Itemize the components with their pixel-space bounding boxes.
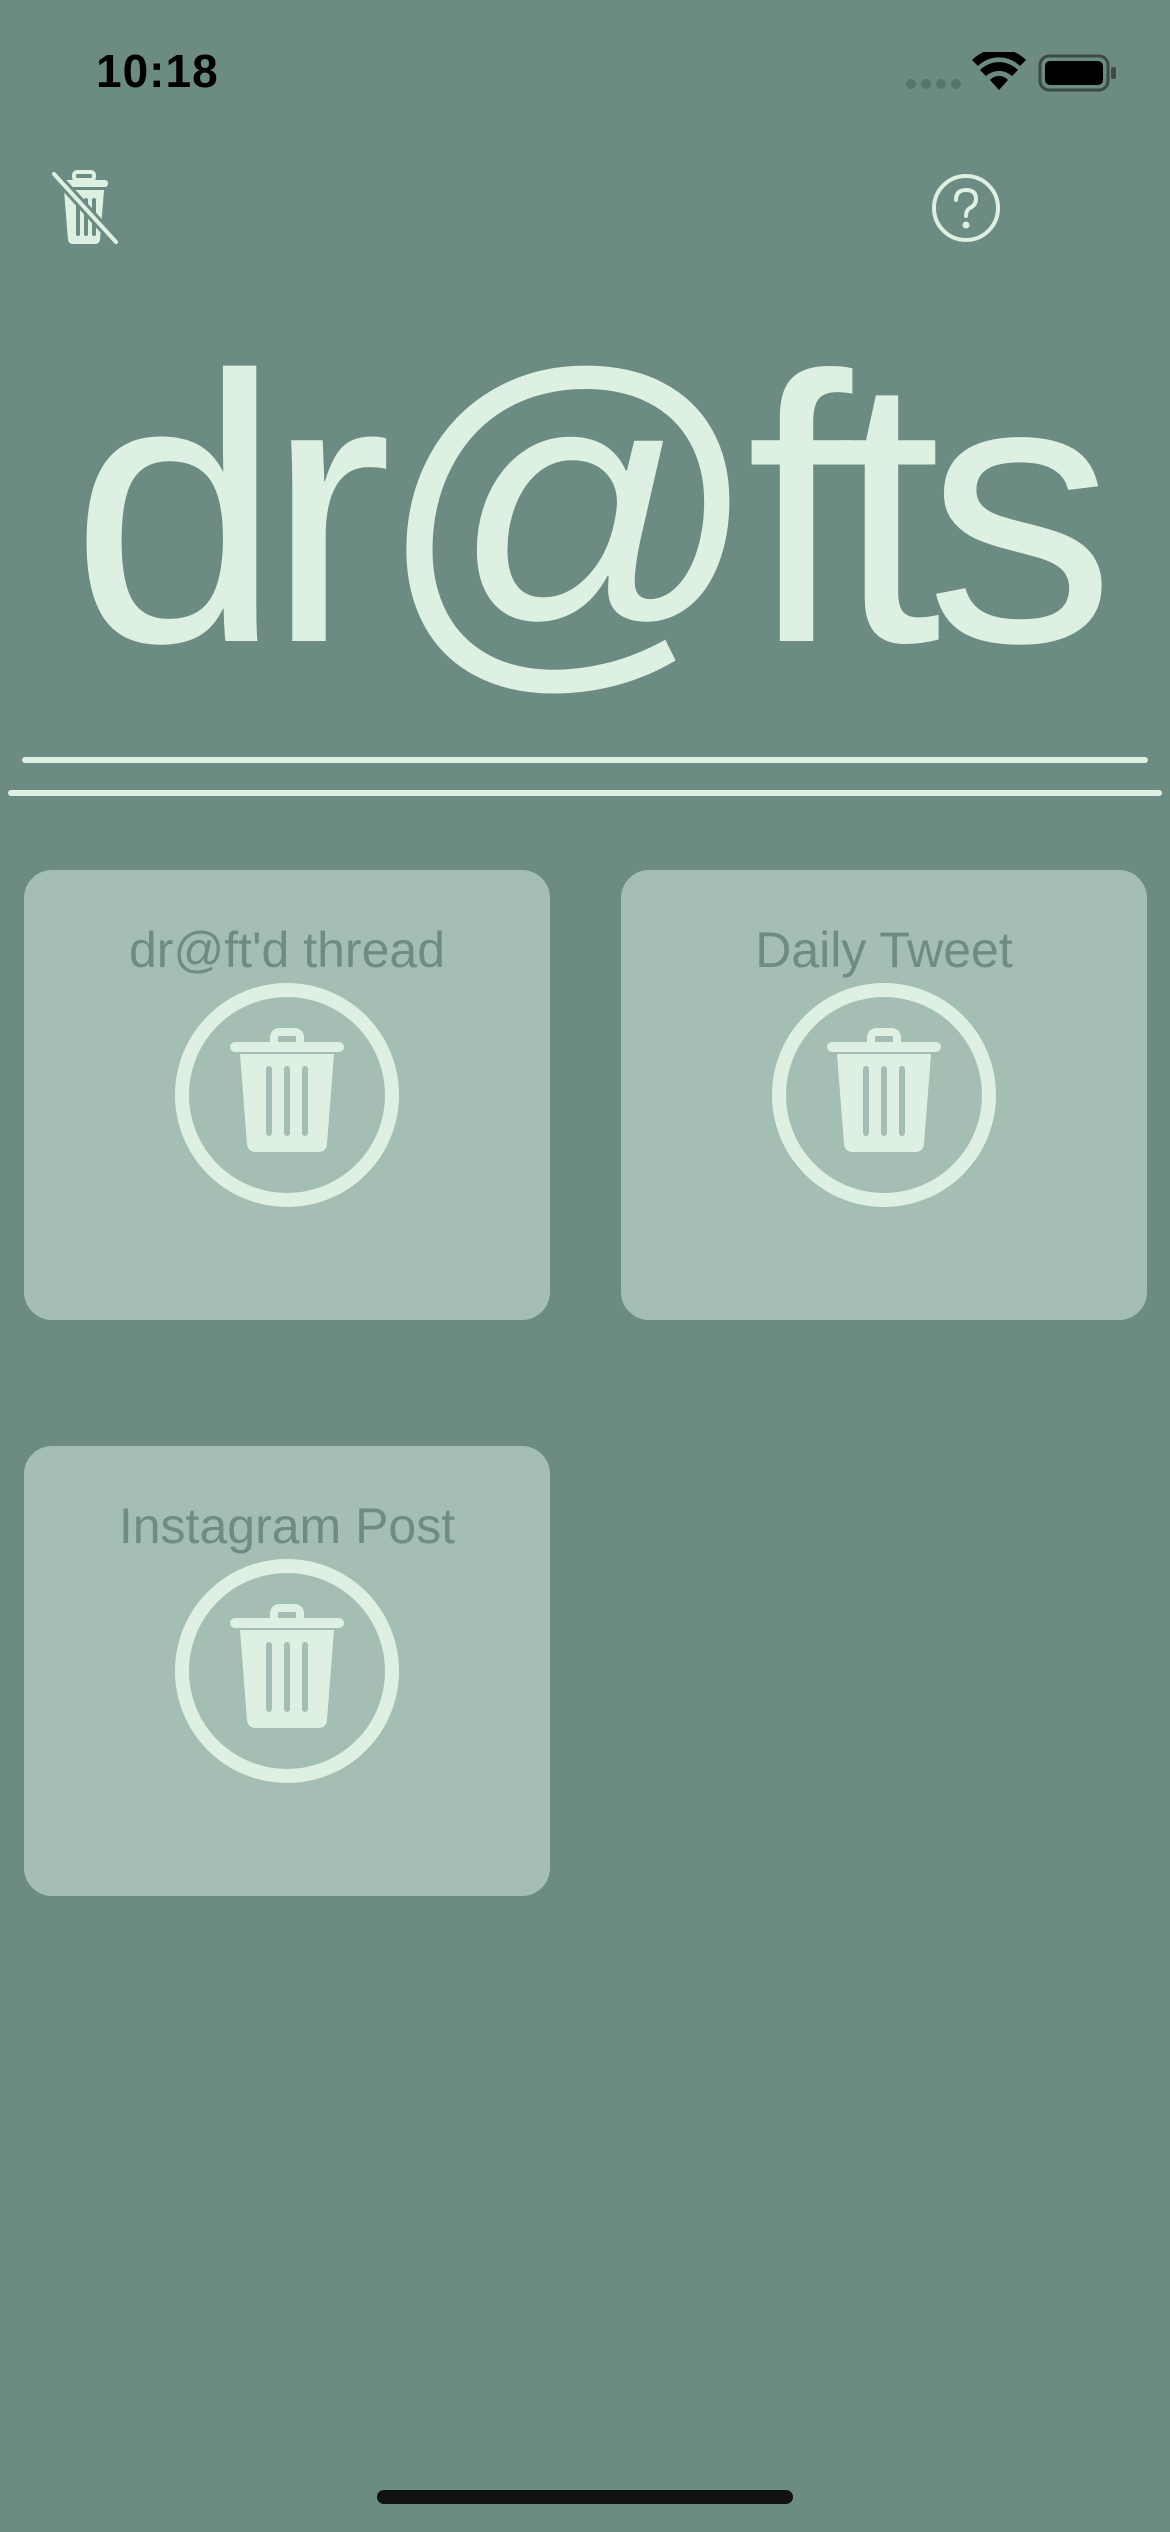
wifi-icon [972, 48, 1026, 97]
app-title: dr@fts [70, 297, 1116, 722]
status-time: 10:18 [96, 45, 219, 97]
cellular-signal-icon [906, 79, 961, 89]
battery-full-icon [1038, 54, 1118, 99]
delete-draft-button[interactable] [771, 982, 997, 1208]
title-divider-top [22, 757, 1148, 763]
title-divider-bottom [8, 790, 1162, 796]
trash-circle-icon [175, 1559, 399, 1783]
delete-draft-button[interactable] [174, 982, 400, 1208]
draft-title: Daily Tweet [755, 922, 1013, 978]
trash-slash-icon [49, 169, 121, 247]
draft-title: dr@ft'd thread [128, 922, 445, 978]
draft-card[interactable]: dr@ft'd thread [24, 870, 550, 1320]
draft-card[interactable]: Daily Tweet [621, 870, 1147, 1320]
help-button[interactable] [930, 172, 1002, 244]
clear-drafts-button[interactable] [48, 168, 124, 248]
question-circle-icon [932, 174, 1000, 242]
trash-circle-icon [175, 983, 399, 1207]
home-indicator[interactable] [377, 2490, 793, 2504]
draft-card[interactable]: Instagram Post [24, 1446, 550, 1896]
draft-title: Instagram Post [118, 1498, 456, 1554]
delete-draft-button[interactable] [174, 1558, 400, 1784]
trash-circle-icon [772, 983, 996, 1207]
